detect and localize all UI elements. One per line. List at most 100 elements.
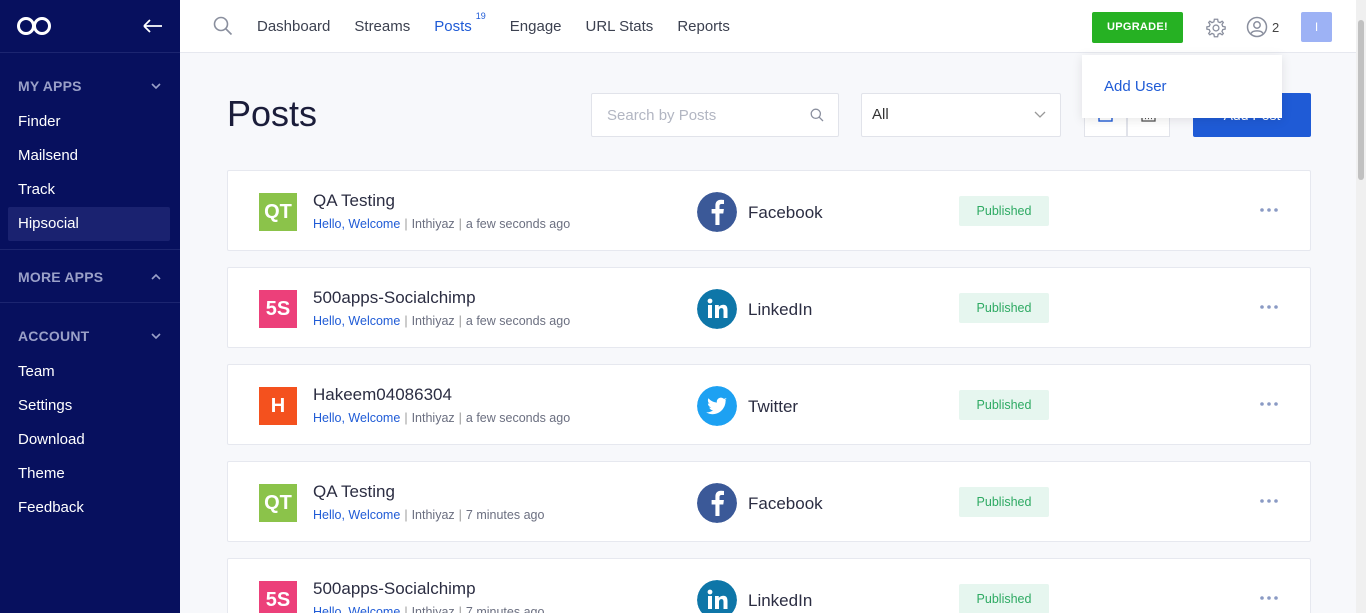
- nav-engage[interactable]: Engage: [510, 18, 562, 35]
- nav-streams[interactable]: Streams: [354, 18, 410, 35]
- section-title: MORE APPS: [18, 269, 104, 285]
- separator: |: [404, 605, 408, 613]
- post-link[interactable]: Hello, Welcome: [313, 508, 400, 522]
- search-input[interactable]: [592, 94, 792, 136]
- post-row[interactable]: 5S 500apps-Socialchimp Hello, Welcome | In…: [227, 558, 1311, 613]
- more-options-icon[interactable]: [1259, 400, 1279, 408]
- sidebar-item-settings[interactable]: Settings: [8, 389, 170, 423]
- post-link[interactable]: Hello, Welcome: [313, 217, 400, 231]
- post-link[interactable]: Hello, Welcome: [313, 605, 400, 613]
- gear-icon[interactable]: [1205, 17, 1227, 39]
- infinity-logo-icon[interactable]: [16, 16, 52, 36]
- status-badge: Published: [959, 390, 1049, 420]
- nav-posts-label: Posts: [434, 18, 472, 35]
- post-author: Inthiyaz: [411, 605, 455, 613]
- post-title[interactable]: Hakeem04086304: [313, 385, 452, 405]
- sidebar-item-download[interactable]: Download: [8, 423, 170, 457]
- post-avatar: 5S: [259, 581, 297, 613]
- post-avatar: QT: [259, 484, 297, 522]
- sidebar: MY APPS Finder Mailsend Track Hipsocial …: [0, 0, 180, 613]
- network-name: LinkedIn: [748, 300, 813, 319]
- sidebar-header: [0, 0, 180, 53]
- post-time: a few seconds ago: [465, 314, 571, 328]
- post-meta: Hello, Welcome | Inthiyaz | a few seconds ag…: [313, 411, 570, 425]
- sidebar-section-more-apps: MORE APPS: [0, 250, 180, 303]
- post-row[interactable]: QT QA Testing Hello, Welcome | Inthiyaz | a …: [227, 170, 1311, 251]
- nav-dashboard[interactable]: Dashboard: [257, 18, 330, 35]
- sidebar-item-finder[interactable]: Finder: [8, 105, 170, 139]
- add-user-menu-item[interactable]: Add User: [1104, 78, 1167, 95]
- main-nav: Dashboard Streams Posts19 Engage URL Sta…: [257, 11, 754, 35]
- sidebar-item-theme[interactable]: Theme: [8, 457, 170, 491]
- nav-posts[interactable]: Posts19: [434, 11, 486, 35]
- more-options-icon[interactable]: [1259, 497, 1279, 505]
- post-link[interactable]: Hello, Welcome: [313, 314, 400, 328]
- nav-url-stats[interactable]: URL Stats: [586, 18, 654, 35]
- separator: |: [404, 217, 408, 231]
- chevron-up-icon: [151, 273, 161, 280]
- user-icon[interactable]: [1246, 16, 1268, 38]
- post-avatar: 5S: [259, 290, 297, 328]
- sidebar-item-hipsocial[interactable]: Hipsocial: [8, 207, 170, 241]
- linkedin-icon: [697, 289, 737, 329]
- filter-select[interactable]: All: [861, 93, 1061, 137]
- more-options-icon[interactable]: [1259, 594, 1279, 602]
- sidebar-item-mailsend[interactable]: Mailsend: [8, 139, 170, 173]
- status-badge: Published: [959, 293, 1049, 323]
- filter-select-value: All: [872, 106, 889, 123]
- post-title[interactable]: 500apps-Socialchimp: [313, 288, 476, 308]
- post-meta: Hello, Welcome | Inthiyaz | 7 minutes ago: [313, 508, 544, 522]
- search-icon[interactable]: [810, 108, 824, 122]
- chevron-down-icon: [151, 333, 161, 340]
- post-author: Inthiyaz: [411, 217, 455, 231]
- arrow-left-icon[interactable]: [142, 18, 164, 34]
- more-options-icon[interactable]: [1259, 206, 1279, 214]
- facebook-icon: [697, 483, 737, 523]
- twitter-icon: [697, 386, 737, 426]
- sidebar-section-header[interactable]: ACCOUNT: [0, 317, 180, 355]
- linkedin-icon: [697, 580, 737, 613]
- network-name: LinkedIn: [748, 591, 813, 610]
- post-title[interactable]: QA Testing: [313, 482, 395, 502]
- post-row[interactable]: QT QA Testing Hello, Welcome | Inthiyaz | 7 …: [227, 461, 1311, 542]
- post-title[interactable]: 500apps-Socialchimp: [313, 579, 476, 599]
- sidebar-item-feedback[interactable]: Feedback: [8, 491, 170, 525]
- separator: |: [458, 314, 462, 328]
- separator: |: [404, 508, 408, 522]
- posts-count-badge: 19: [475, 11, 486, 21]
- post-row[interactable]: H Hakeem04086304 Hello, Welcome | Inthiyaz…: [227, 364, 1311, 445]
- sidebar-section-my-apps: MY APPS Finder Mailsend Track Hipsocial: [0, 53, 180, 250]
- post-author: Inthiyaz: [411, 508, 455, 522]
- sidebar-section-header[interactable]: MY APPS: [0, 67, 180, 105]
- separator: |: [458, 605, 462, 613]
- upgrade-button[interactable]: UPGRADE!: [1092, 12, 1183, 43]
- search-icon[interactable]: [213, 16, 233, 36]
- post-title[interactable]: QA Testing: [313, 191, 395, 211]
- section-title: ACCOUNT: [18, 328, 90, 344]
- network-name: Facebook: [748, 494, 823, 513]
- sidebar-item-team[interactable]: Team: [8, 355, 170, 389]
- post-row[interactable]: 5S 500apps-Socialchimp Hello, Welcome | In…: [227, 267, 1311, 348]
- nav-reports[interactable]: Reports: [677, 18, 730, 35]
- post-link[interactable]: Hello, Welcome: [313, 411, 400, 425]
- post-author: Inthiyaz: [411, 314, 455, 328]
- sidebar-section-account: ACCOUNT Team Settings Download Theme Fee…: [0, 303, 180, 533]
- post-avatar: QT: [259, 193, 297, 231]
- sidebar-section-header[interactable]: MORE APPS: [0, 258, 180, 296]
- post-meta: Hello, Welcome | Inthiyaz | 7 minutes ago: [313, 605, 544, 613]
- scrollbar-thumb[interactable]: [1358, 20, 1364, 180]
- separator: |: [404, 314, 408, 328]
- sidebar-item-track[interactable]: Track: [8, 173, 170, 207]
- main-content: Posts All Add Post QT QA Testing Hello, …: [180, 53, 1356, 613]
- avatar[interactable]: I: [1301, 12, 1332, 42]
- post-avatar: H: [259, 387, 297, 425]
- network-name: Twitter: [748, 397, 799, 416]
- separator: |: [458, 411, 462, 425]
- post-meta: Hello, Welcome | Inthiyaz | a few seconds ag…: [313, 217, 570, 231]
- separator: |: [404, 411, 408, 425]
- scrollbar[interactable]: [1356, 0, 1366, 613]
- chevron-down-icon: [151, 83, 161, 90]
- more-options-icon[interactable]: [1259, 303, 1279, 311]
- network-name: Facebook: [748, 203, 823, 222]
- post-author: Inthiyaz: [411, 411, 455, 425]
